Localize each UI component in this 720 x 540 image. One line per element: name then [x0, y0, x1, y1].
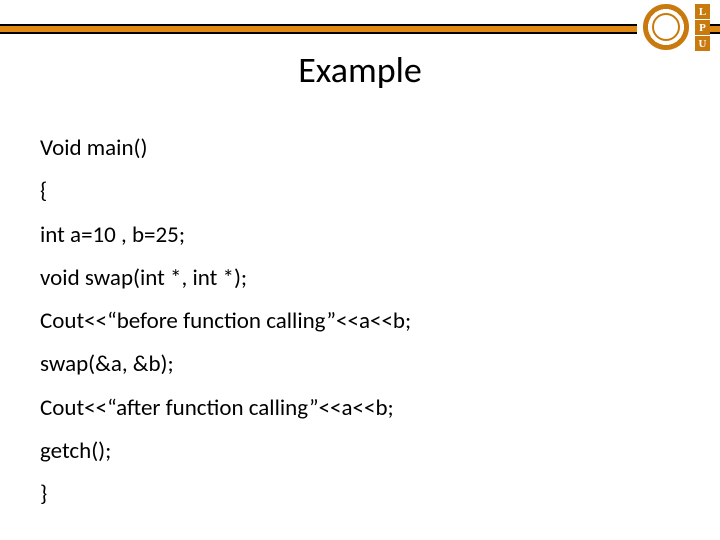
university-seal-icon [643, 4, 689, 50]
lpu-letter-l: L [695, 4, 710, 19]
code-block: Void main() { int a=10 , b=25; void swap… [40, 128, 680, 517]
code-line: { [40, 171, 680, 211]
lpu-letter-p: P [695, 20, 710, 35]
code-line: } [40, 474, 680, 514]
code-line: swap(&a, &b); [40, 344, 680, 384]
slide-title: Example [0, 48, 720, 92]
header-divider-fill [0, 26, 720, 32]
code-line: Void main() [40, 128, 680, 168]
code-line: getch(); [40, 431, 680, 471]
header-divider [0, 24, 720, 34]
code-line: void swap(int *, int *); [40, 258, 680, 298]
code-line: int a=10 , b=25; [40, 215, 680, 255]
code-line: Cout<<“before function calling”<<a<<b; [40, 301, 680, 341]
code-line: Cout<<“after function calling”<<a<<b; [40, 388, 680, 428]
logo-area: L P U [637, 4, 710, 51]
lpu-badge: L P U [695, 4, 710, 51]
